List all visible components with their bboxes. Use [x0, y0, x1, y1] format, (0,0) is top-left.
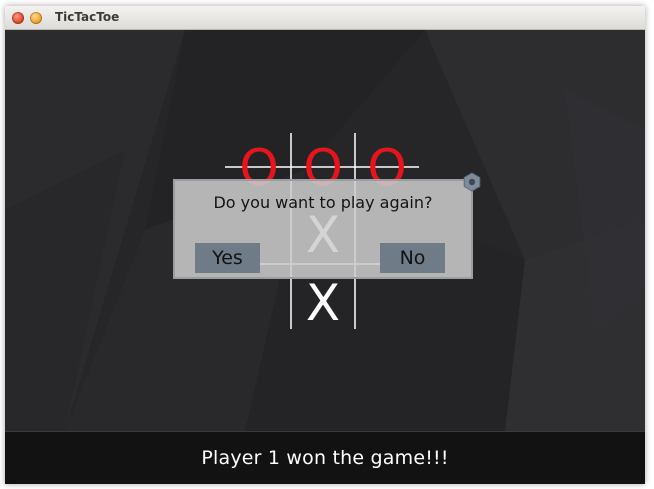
board-cell-9[interactable] — [356, 273, 418, 333]
yes-button[interactable]: Yes — [195, 243, 260, 273]
status-message: Player 1 won the game!!! — [201, 447, 449, 469]
game-area: O O O X X Do you want to play again? Yes… — [5, 30, 645, 431]
board-cell-7[interactable] — [228, 273, 290, 333]
play-again-dialog: Do you want to play again? Yes No — [173, 179, 473, 279]
dialog-message: Do you want to play again? — [213, 193, 433, 212]
app-window: TicTacToe O O O X Do you want to play ag… — [5, 6, 645, 484]
close-icon[interactable] — [12, 12, 24, 24]
gear-icon[interactable] — [462, 172, 482, 192]
title-bar[interactable]: TicTacToe — [5, 6, 645, 30]
board-cell-8[interactable]: X — [292, 273, 354, 333]
window-title: TicTacToe — [55, 10, 120, 24]
minimize-icon[interactable] — [30, 12, 42, 24]
status-bar: Player 1 won the game!!! — [5, 431, 645, 484]
no-button[interactable]: No — [380, 243, 445, 273]
